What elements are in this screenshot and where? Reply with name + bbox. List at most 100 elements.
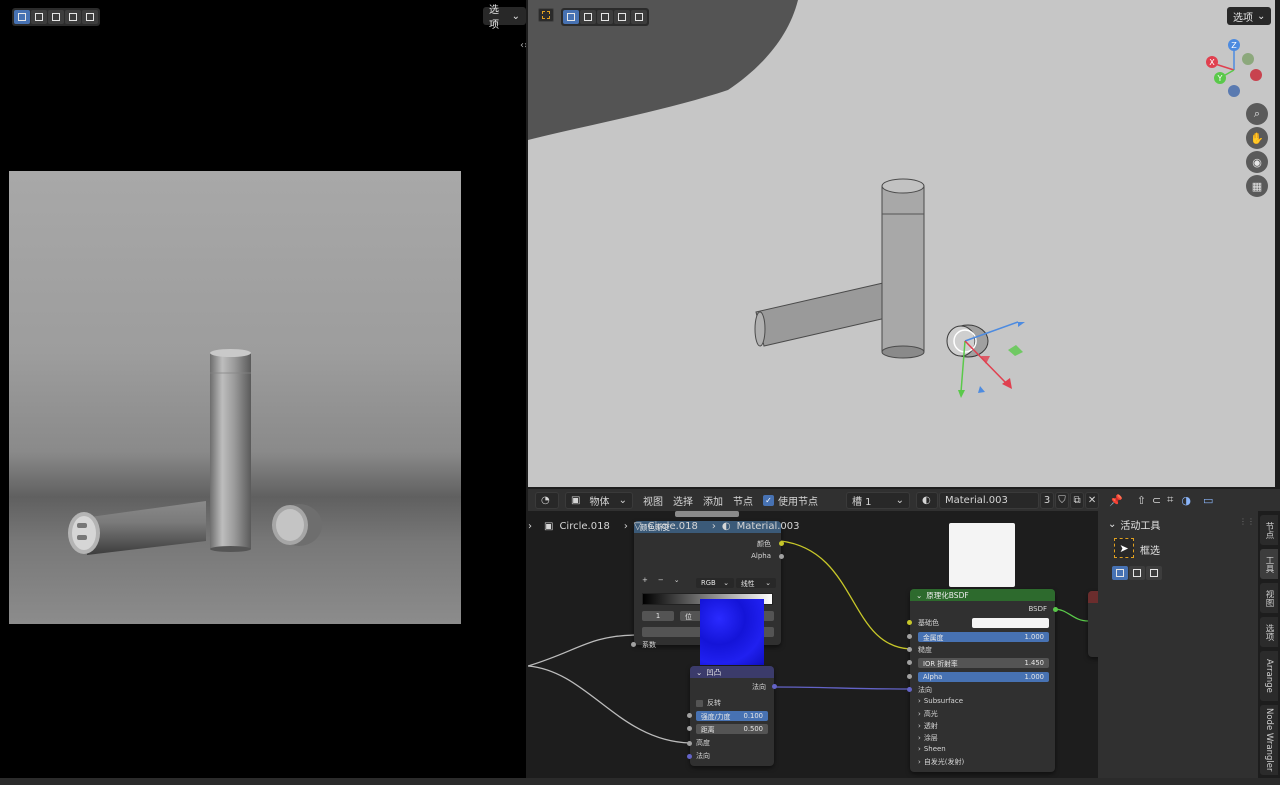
unlink-material-icon[interactable]: ✕ bbox=[1085, 491, 1099, 509]
strength-field[interactable]: 强度/力度 0.100 bbox=[696, 711, 768, 721]
menu-select[interactable]: 选择 bbox=[673, 493, 693, 508]
select-subtract-mode-icon[interactable] bbox=[48, 10, 64, 24]
ramp-mode-dropdown[interactable]: RGB ⌄ bbox=[696, 578, 734, 588]
3d-viewport[interactable]: 选项 ⌄ Z X Y ⌕ ✋ ◉ ▦ bbox=[528, 0, 1275, 487]
section-subsurface[interactable]: › Subsurface bbox=[918, 697, 963, 705]
active-tool-section-header[interactable]: ⌄ 活动工具 bbox=[1108, 517, 1160, 532]
material-name-field[interactable]: Material.003 bbox=[939, 491, 1039, 509]
select-extend-mode-icon[interactable] bbox=[580, 10, 596, 24]
in-height-socket[interactable] bbox=[687, 741, 692, 746]
in-fac-socket[interactable] bbox=[631, 642, 636, 647]
bump-header[interactable]: ⌄ 凹凸 bbox=[690, 666, 774, 678]
bsdf-out-socket[interactable] bbox=[1053, 607, 1058, 612]
select-subtract-mode-icon[interactable] bbox=[597, 10, 613, 24]
status-bar bbox=[0, 778, 1280, 785]
select-invert-mode-icon[interactable] bbox=[65, 10, 81, 24]
ior-field[interactable]: IOR 折射率 1.450 bbox=[918, 658, 1049, 668]
add-stop-icon[interactable]: + bbox=[642, 576, 648, 584]
select-invert-mode-icon[interactable] bbox=[614, 10, 630, 24]
material-user-count[interactable]: 3 bbox=[1040, 491, 1054, 509]
editor-type-dropdown[interactable]: ◔ bbox=[535, 491, 559, 509]
snap-grid-icon[interactable]: ⌗ bbox=[1167, 493, 1173, 507]
bsdf-header[interactable]: ⌄ 原理化BSDF bbox=[910, 589, 1055, 601]
area-divider-vertical[interactable] bbox=[526, 0, 528, 785]
out-alpha-socket[interactable] bbox=[779, 554, 784, 559]
perspective-grid-icon[interactable]: ▦ bbox=[1246, 175, 1268, 197]
stop-index-field[interactable]: 1 bbox=[642, 611, 674, 621]
invert-checkbox[interactable] bbox=[696, 699, 703, 707]
ior-socket[interactable] bbox=[907, 660, 912, 665]
select-box-tool-icon[interactable]: ➤ bbox=[1114, 538, 1134, 558]
menu-node[interactable]: 节点 bbox=[733, 493, 753, 508]
remove-stop-icon[interactable]: − bbox=[658, 576, 664, 584]
section-specular[interactable]: › 高光 bbox=[918, 709, 938, 719]
overlays-icon[interactable]: ◑ bbox=[1181, 494, 1191, 507]
distance-field[interactable]: 距离 0.500 bbox=[696, 724, 768, 734]
select-box-tool-icon[interactable] bbox=[538, 8, 554, 22]
material-browse-button[interactable]: ◐ bbox=[916, 491, 938, 509]
bump-out-normal-socket[interactable] bbox=[772, 684, 777, 689]
alpha-field[interactable]: Alpha 1.000 bbox=[918, 672, 1049, 682]
fake-user-shield-icon[interactable]: ⛉ bbox=[1055, 491, 1069, 509]
parent-node-tree-icon[interactable]: ⇧ bbox=[1137, 494, 1146, 507]
section-sheen[interactable]: › Sheen bbox=[918, 745, 946, 753]
render-view-panel[interactable]: 选项 ⌄ ‹› bbox=[0, 0, 528, 778]
normal-socket[interactable] bbox=[907, 687, 912, 692]
collapse-icon[interactable]: ⌄ bbox=[696, 668, 702, 677]
pan-hand-icon[interactable]: ✋ bbox=[1246, 127, 1268, 149]
zoom-magnifier-icon[interactable]: ⌕ bbox=[1246, 103, 1268, 125]
section-transmission[interactable]: › 透射 bbox=[918, 721, 938, 731]
principled-bsdf-node[interactable]: ⌄ 原理化BSDF BSDF 基础色 金属度 1.000 糙度 IOR 折射率 1.… bbox=[907, 589, 1058, 772]
select-new-mode-icon[interactable] bbox=[1112, 566, 1128, 580]
section-emission[interactable]: › 自发光(发射) bbox=[918, 757, 964, 767]
pin-icon[interactable]: 📌 bbox=[1109, 494, 1123, 507]
object-type-dropdown[interactable]: ▣ 物体 ⌄ bbox=[565, 491, 633, 509]
tab-options[interactable]: 选项 bbox=[1260, 617, 1278, 647]
tab-tool[interactable]: 工具 bbox=[1260, 549, 1278, 579]
section-coat[interactable]: › 涂层 bbox=[918, 733, 938, 743]
snapping-magnet-icon[interactable]: ⊂ bbox=[1152, 494, 1161, 507]
options-dropdown[interactable]: 选项 ⌄ bbox=[483, 5, 526, 31]
select-new-mode-icon[interactable] bbox=[14, 10, 30, 24]
roughness-socket[interactable] bbox=[907, 647, 912, 652]
ramp-interp-dropdown[interactable]: 线性 ⌄ bbox=[736, 578, 776, 588]
distance-socket[interactable] bbox=[687, 726, 692, 731]
drag-handle-icon[interactable]: ⋮⋮ bbox=[1239, 517, 1255, 526]
select-new-mode-icon[interactable] bbox=[563, 10, 579, 24]
select-extend-mode-icon[interactable] bbox=[31, 10, 47, 24]
in-normal-socket[interactable] bbox=[687, 754, 692, 759]
base-color-socket[interactable] bbox=[907, 620, 912, 625]
tab-node[interactable]: 节点 bbox=[1260, 515, 1278, 545]
node-editor-canvas[interactable]: › ▣ Circle.018 › ▽ Circle.018 › ◐ Materi… bbox=[528, 511, 1098, 778]
bump-node[interactable]: ⌄ 凹凸 法向 反转 强度/力度 0.100 距离 0.500 高度 法向 bbox=[687, 666, 777, 766]
material-output-node[interactable] bbox=[1088, 591, 1098, 657]
tab-arrange[interactable]: Arrange bbox=[1260, 651, 1278, 701]
bump-out-normal-label: 法向 bbox=[752, 683, 766, 691]
out-color-socket[interactable] bbox=[779, 541, 784, 546]
tab-view[interactable]: 视图 bbox=[1260, 583, 1278, 613]
display-monitor-icon[interactable]: ▭ bbox=[1203, 494, 1213, 507]
alpha-socket[interactable] bbox=[907, 674, 912, 679]
area-divider-horizontal[interactable] bbox=[528, 487, 1280, 489]
select-intersect-mode-icon[interactable] bbox=[82, 10, 98, 24]
select-extend-mode-icon[interactable] bbox=[1129, 566, 1145, 580]
camera-view-icon[interactable]: ◉ bbox=[1246, 151, 1268, 173]
select-intersect-mode-icon[interactable] bbox=[631, 10, 647, 24]
tab-node-wrangler[interactable]: Node Wrangler bbox=[1260, 705, 1278, 775]
navigation-gizmo[interactable]: Z X Y bbox=[1204, 38, 1264, 100]
strength-socket[interactable] bbox=[687, 713, 692, 718]
select-subtract-mode-icon[interactable] bbox=[1146, 566, 1162, 580]
use-nodes-checkbox[interactable]: ✓ bbox=[763, 494, 774, 506]
collapse-icon[interactable]: ⌄ bbox=[916, 591, 922, 600]
duplicate-material-icon[interactable]: ⧉ bbox=[1070, 491, 1084, 509]
base-color-swatch[interactable] bbox=[972, 618, 1049, 628]
output-header[interactable] bbox=[1088, 591, 1098, 603]
material-slot-dropdown[interactable]: 槽 1 ⌄ bbox=[846, 491, 910, 509]
scrollbar-handle[interactable] bbox=[675, 511, 739, 517]
chevron-down-icon[interactable]: ⌄ bbox=[674, 576, 680, 584]
menu-view[interactable]: 视图 bbox=[643, 493, 663, 508]
metallic-socket[interactable] bbox=[907, 634, 912, 639]
viewport-options-dropdown[interactable]: 选项 ⌄ bbox=[1227, 7, 1272, 25]
metallic-field[interactable]: 金属度 1.000 bbox=[918, 632, 1049, 642]
menu-add[interactable]: 添加 bbox=[703, 493, 723, 508]
